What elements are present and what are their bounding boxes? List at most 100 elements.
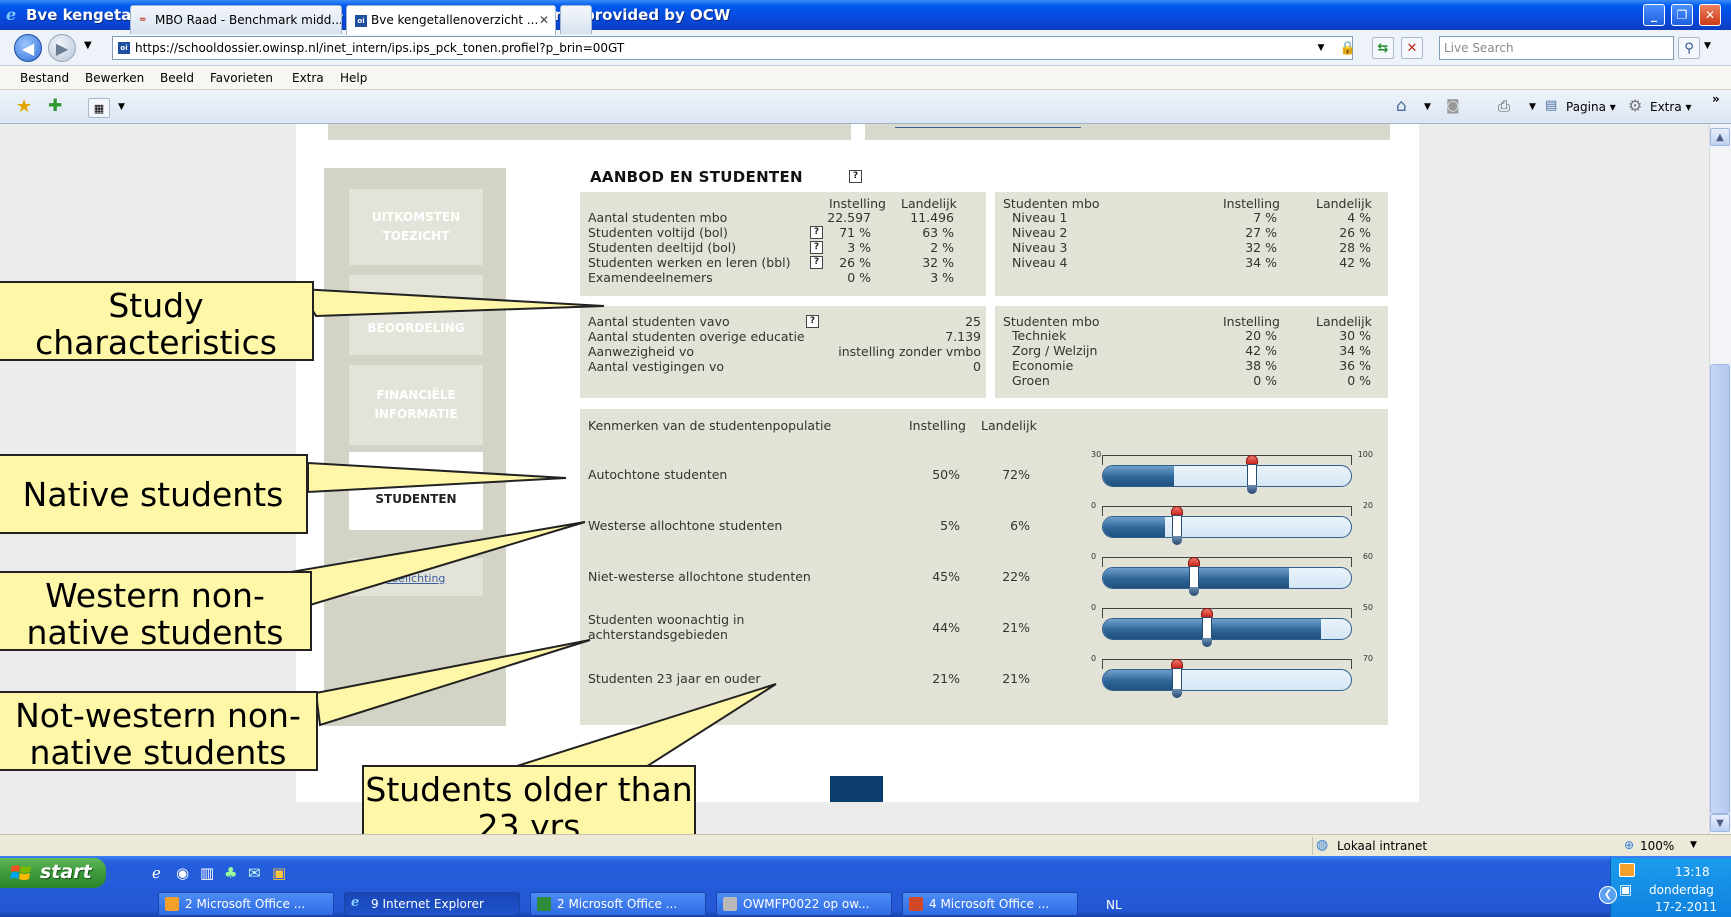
excel-task-icon xyxy=(537,897,551,911)
favorites-star-icon[interactable]: ★ xyxy=(16,96,32,117)
print-dropdown-icon[interactable]: ▼ xyxy=(1529,102,1536,112)
menu-bewerken[interactable]: Bewerken xyxy=(85,71,144,85)
page-menu-label: Pagina xyxy=(1566,100,1606,114)
page-menu[interactable]: Pagina ▾ xyxy=(1566,100,1616,114)
menu-bestand[interactable]: Bestand xyxy=(20,71,69,85)
population-header-landelijk: Landelijk xyxy=(981,418,1037,433)
history-dropdown-icon[interactable]: ▼ xyxy=(84,40,92,51)
extra-menu[interactable]: Extra ▾ xyxy=(1650,100,1692,114)
population-instelling: 21% xyxy=(932,671,960,686)
address-input[interactable]: oi https://schooldossier.owinsp.nl/inet_… xyxy=(112,36,1353,60)
language-indicator[interactable]: NL xyxy=(1106,898,1122,912)
stat-label: Examendeelnemers xyxy=(588,270,713,285)
stat-label: Techniek xyxy=(1012,328,1067,343)
tab-list-dropdown-icon[interactable]: ▼ xyxy=(118,102,125,112)
scroll-thumb[interactable] xyxy=(1710,364,1730,814)
help-icon[interactable]: ? xyxy=(806,315,819,328)
forward-button[interactable]: ▶ xyxy=(48,34,76,62)
stat-instelling: 0 % xyxy=(1253,373,1277,388)
reminder-tray-icon[interactable] xyxy=(1619,863,1635,877)
callout-native-students: Native students xyxy=(0,454,308,534)
home-icon[interactable]: ⌂ xyxy=(1396,96,1407,116)
cut-link[interactable] xyxy=(895,124,1081,128)
stat-landelijk: 26 % xyxy=(1339,225,1371,240)
home-dropdown-icon[interactable]: ▼ xyxy=(1424,102,1431,112)
comparison-bar xyxy=(1102,618,1352,640)
task-microsoft-office-1[interactable]: 2 Microsoft Office ... xyxy=(158,892,334,916)
help-icon[interactable]: ? xyxy=(810,241,823,254)
scroll-down-icon[interactable]: ▼ xyxy=(1710,814,1730,832)
tab-kengetallen[interactable]: oi Bve kengetallenoverzicht ... ✕ xyxy=(346,5,556,35)
nav-financiele-informatie[interactable]: FINANCIËLE INFORMATIE xyxy=(349,365,483,445)
quicklaunch-app-icon[interactable]: ✉ xyxy=(248,864,261,882)
new-tab-button[interactable] xyxy=(560,5,592,34)
menu-beeld[interactable]: Beeld xyxy=(160,71,194,85)
stop-icon[interactable]: ✕ xyxy=(1401,37,1423,59)
population-instelling: 5% xyxy=(940,518,960,533)
instelling-bar-fill xyxy=(1103,670,1178,690)
status-bar: ◍ Lokaal intranet ⊕ 100% ▼ xyxy=(0,834,1731,856)
callout-not-western-non-native: Not-western non-native students xyxy=(0,691,318,771)
landelijk-marker xyxy=(1171,659,1183,699)
task-microsoft-office-2[interactable]: 2 Microsoft Office ... xyxy=(530,892,706,916)
show-hidden-icons-icon[interactable]: ❮ xyxy=(1599,886,1617,904)
box2-title: Studenten mbo xyxy=(1003,196,1100,211)
population-landelijk: 22% xyxy=(1002,569,1030,584)
quicklaunch-calendar-icon[interactable]: ▣ xyxy=(272,864,286,882)
print-icon[interactable]: ⎙ xyxy=(1498,97,1510,115)
stat-instelling: 34 % xyxy=(1245,255,1277,270)
search-options-icon[interactable]: ▼ xyxy=(1704,41,1711,51)
stat-label: Aantal studenten mbo xyxy=(588,210,728,225)
zoom-level[interactable]: 100% xyxy=(1640,839,1674,853)
population-title: Kenmerken van de studentenpopulatie xyxy=(588,418,832,433)
scale-max: 50 xyxy=(1362,603,1373,612)
comparison-bar xyxy=(1102,465,1352,487)
refresh-icon[interactable]: ⇆ xyxy=(1372,37,1394,59)
zoom-dropdown-icon[interactable]: ▼ xyxy=(1690,840,1697,850)
nav-toelichting[interactable]: Toelichting xyxy=(349,558,483,596)
help-icon[interactable]: ? xyxy=(810,226,823,239)
add-favorite-icon[interactable]: ✚ xyxy=(48,96,62,116)
more-tools-icon[interactable]: » xyxy=(1712,92,1720,106)
minimize-button[interactable]: _ xyxy=(1643,4,1665,26)
quick-tabs-icon[interactable]: ▦ xyxy=(88,98,110,118)
feeds-icon[interactable]: ◙ xyxy=(1446,98,1460,114)
box4-header-landelijk: Landelijk xyxy=(1316,314,1372,329)
callout-study-characteristics: Study characteristics xyxy=(0,281,314,361)
security-zone[interactable]: Lokaal intranet xyxy=(1337,839,1427,853)
tab-mbo-raad[interactable]: ≈ MBO Raad - Benchmark midd... xyxy=(130,5,342,34)
task-microsoft-office-4[interactable]: 4 Microsoft Office ... xyxy=(902,892,1078,916)
network-tray-icon[interactable]: ▣ xyxy=(1619,882,1632,898)
menu-extra[interactable]: Extra xyxy=(292,71,324,85)
help-icon[interactable]: ? xyxy=(810,256,823,269)
task-internet-explorer[interactable]: e 9 Internet Explorer xyxy=(344,892,520,916)
back-button[interactable]: ◀ xyxy=(14,34,42,62)
quicklaunch-ie-icon[interactable]: ℯ xyxy=(152,864,161,882)
address-dropdown-icon[interactable]: ▼ xyxy=(1310,37,1332,59)
landelijk-marker xyxy=(1246,455,1258,495)
nav-uitkomsten-toezicht[interactable]: UITKOMSTEN TOEZICHT xyxy=(349,189,483,265)
task-owmfp0022[interactable]: OWMFP0022 op ow... xyxy=(716,892,892,916)
stat-label: Economie xyxy=(1012,358,1074,373)
clock-time[interactable]: 13:18 xyxy=(1675,865,1710,879)
population-header-instelling: Instelling xyxy=(909,418,966,433)
menu-help[interactable]: Help xyxy=(340,71,367,85)
quicklaunch-desktop-icon[interactable]: ▥ xyxy=(200,864,214,882)
scroll-up-icon[interactable]: ▲ xyxy=(1710,128,1730,146)
close-window-button[interactable]: ✕ xyxy=(1699,4,1721,26)
nav-beoordeling[interactable]: BEOORDELING xyxy=(349,275,483,355)
section-help-icon[interactable]: ? xyxy=(849,170,862,183)
population-landelijk: 21% xyxy=(1002,620,1030,635)
search-icon[interactable]: ⚲ xyxy=(1678,37,1700,59)
search-input[interactable]: Live Search xyxy=(1439,36,1674,60)
stat-value: 0 xyxy=(973,359,981,374)
quicklaunch-messenger-icon[interactable]: ♣ xyxy=(224,864,237,882)
nav-aanbod-en-studenten[interactable]: AANBOD EN STUDENTEN xyxy=(349,452,483,530)
close-tab-icon[interactable]: ✕ xyxy=(539,13,549,27)
quicklaunch-outlook-icon[interactable]: ◉ xyxy=(176,864,189,882)
stat-label: Zorg / Welzijn xyxy=(1012,343,1098,358)
menu-favorieten[interactable]: Favorieten xyxy=(210,71,273,85)
task-label: 9 Internet Explorer xyxy=(371,897,484,911)
maximize-button[interactable]: ❐ xyxy=(1671,4,1693,26)
lock-icon[interactable]: 🔒 xyxy=(1337,37,1359,59)
